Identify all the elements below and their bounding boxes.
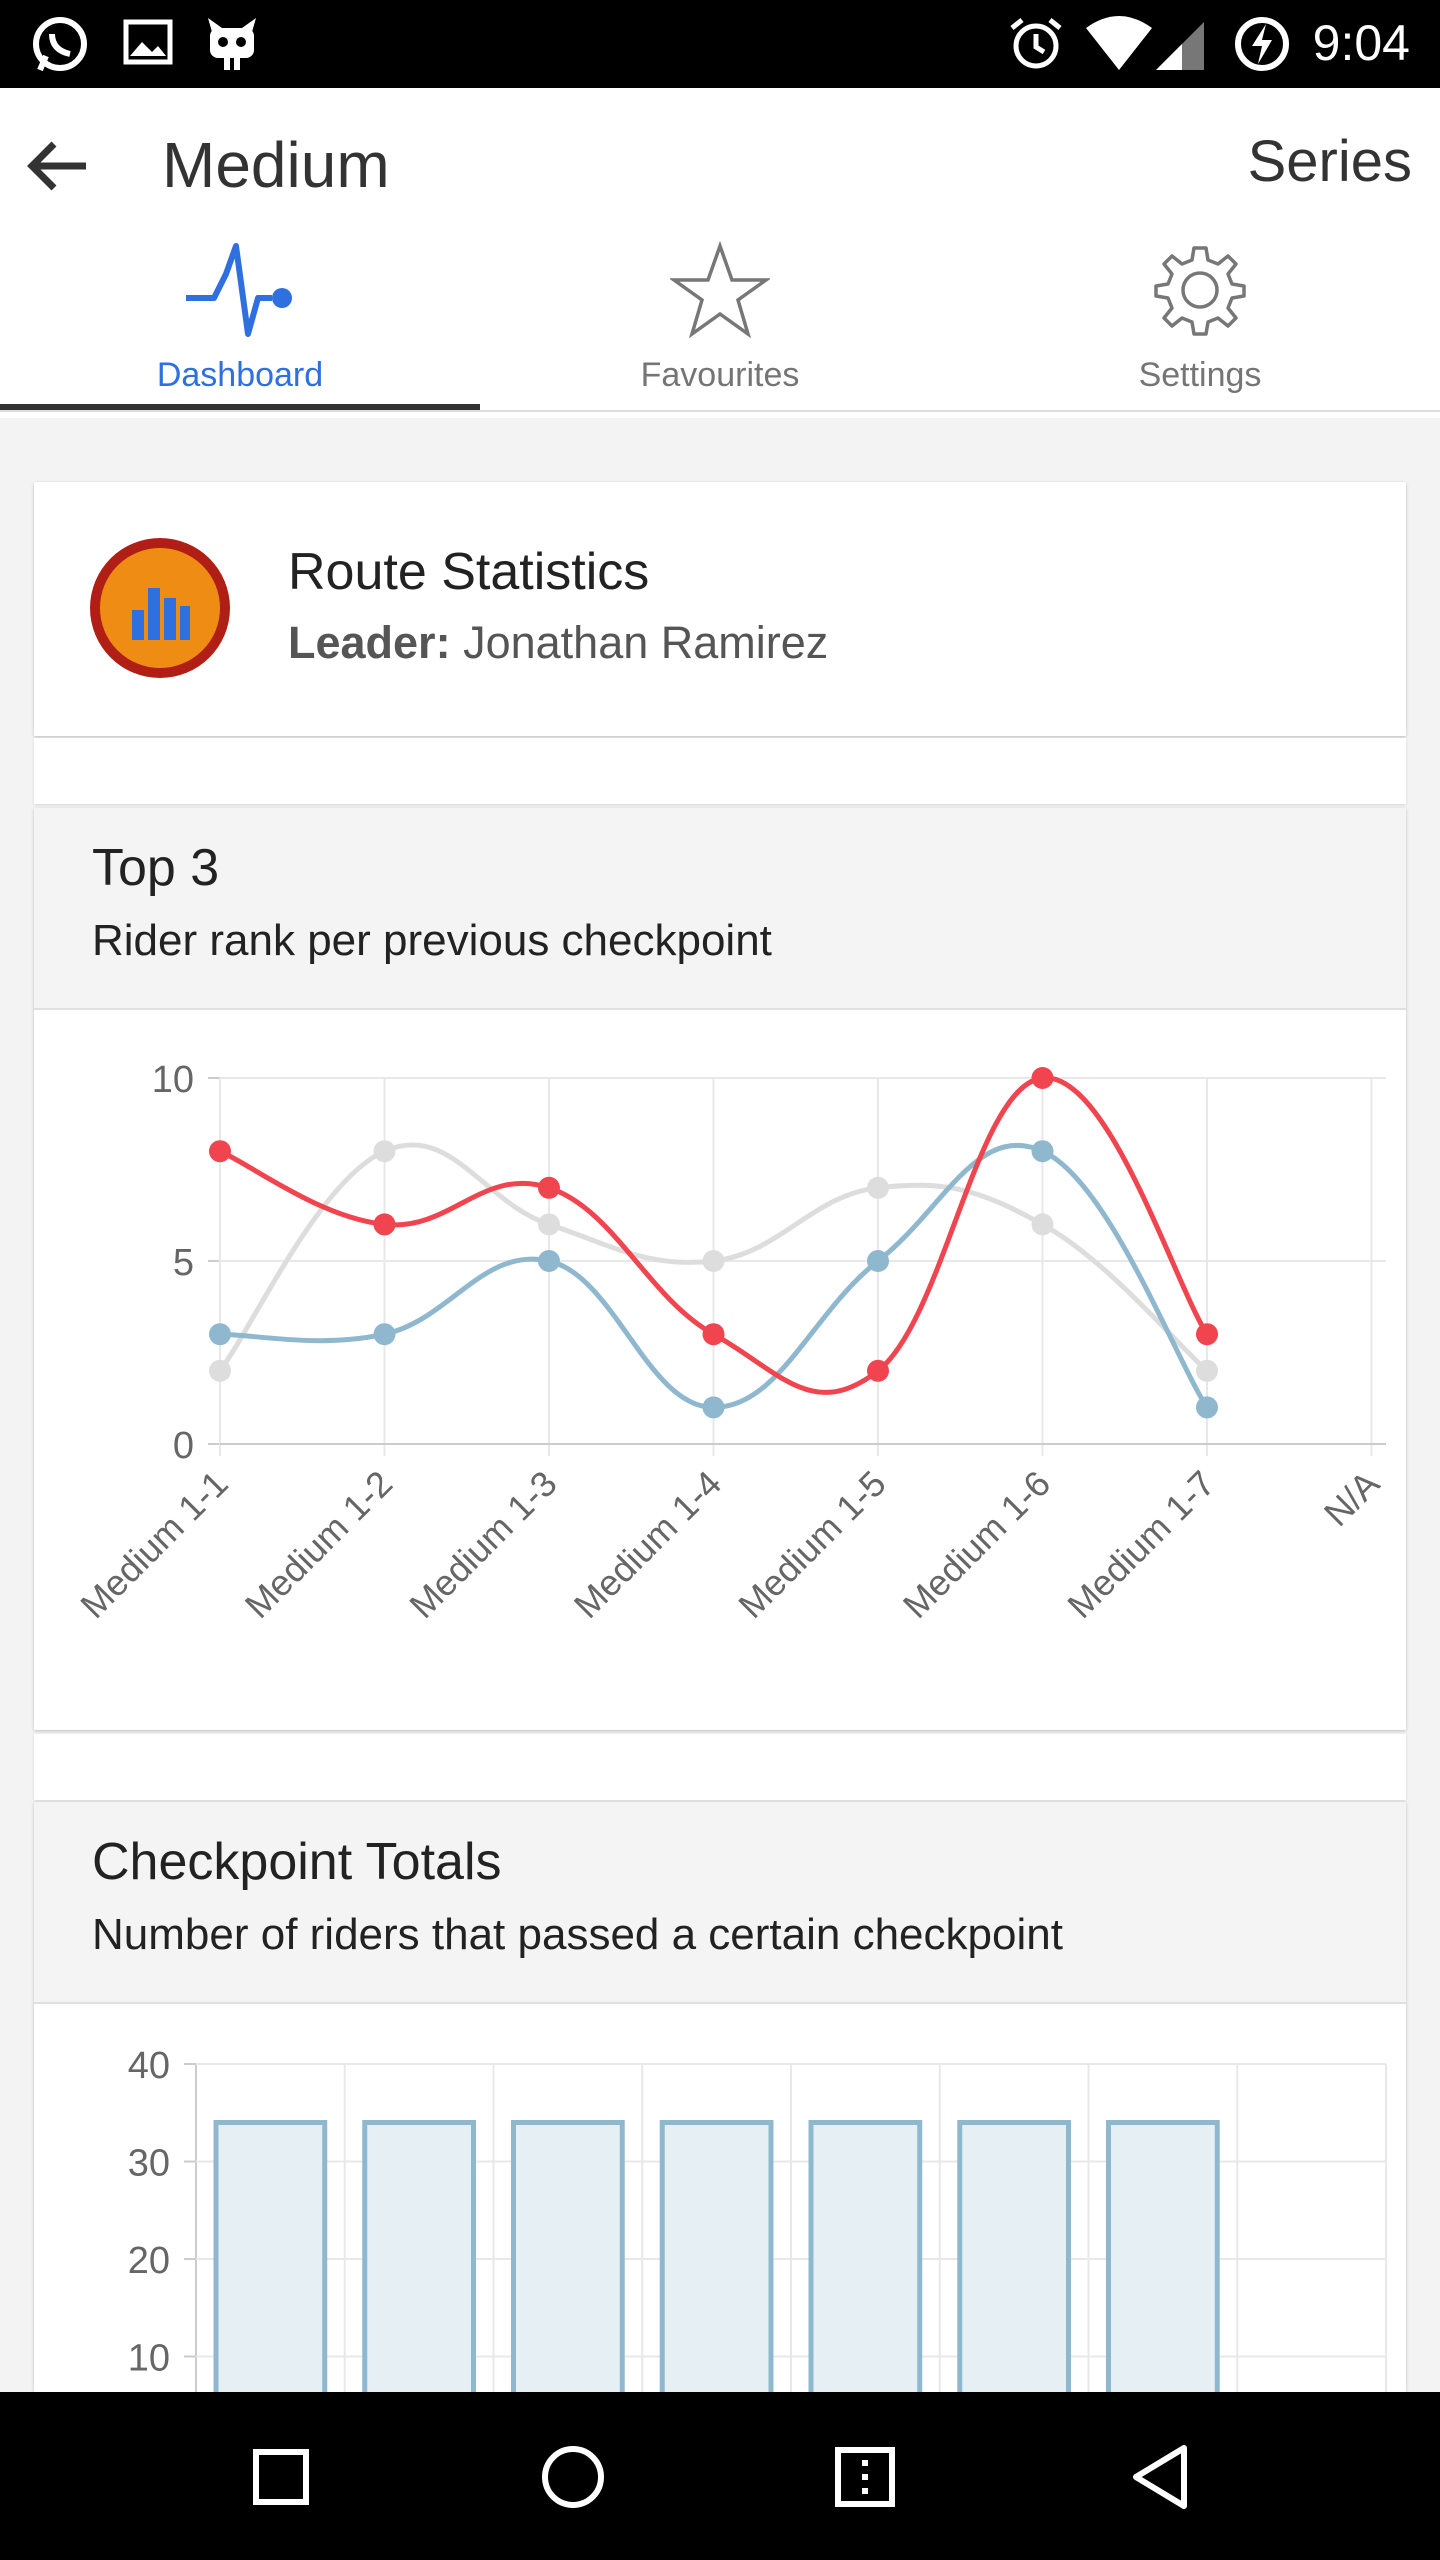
- image-icon: [123, 19, 173, 65]
- data-point: [867, 1250, 889, 1272]
- y-tick-label: 0: [173, 1425, 194, 1467]
- data-point: [373, 1140, 396, 1163]
- pulse-icon: [186, 243, 292, 337]
- data-point: [867, 1176, 889, 1199]
- home-icon[interactable]: [528, 2432, 618, 2522]
- bar: [957, 2120, 1071, 2392]
- bar: [808, 2120, 923, 2392]
- bar-chart-badge-icon: [90, 538, 230, 678]
- data-point: [1196, 1323, 1218, 1346]
- star-icon: [670, 240, 770, 339]
- section-subtitle: Number of riders that passed a certain c…: [92, 1910, 1063, 1959]
- x-tick-label: Medium 1-1: [72, 1463, 235, 1626]
- data-point: [209, 1140, 231, 1163]
- section-title: Top 3: [92, 839, 220, 897]
- data-point: [867, 1359, 889, 1382]
- y-tick-label: 40: [128, 2045, 170, 2087]
- route-leader: Leader: Jonathan Ramirez: [288, 617, 828, 669]
- data-point: [702, 1250, 725, 1272]
- section-subtitle: Rider rank per previous checkpoint: [92, 916, 772, 965]
- top3-chart-card: Top 3 Rider rank per previous checkpoint…: [34, 808, 1406, 1730]
- data-point: [702, 1323, 725, 1346]
- rank-line-chart: 0510Medium 1-1 Medium 1-2 Medium 1-3 Medium…: [72, 1059, 1387, 1626]
- status-time: 9:04: [1312, 15, 1410, 71]
- x-tick-label: Medium 1-7: [1059, 1463, 1222, 1626]
- tab-dashboard[interactable]: Dashboard: [0, 238, 480, 410]
- leader-label: Leader:: [288, 617, 451, 668]
- bar: [1106, 2120, 1220, 2392]
- route-title: Route Statistics: [288, 543, 650, 601]
- data-point: [538, 1250, 560, 1272]
- x-tick-label: Medium 1-5: [730, 1463, 893, 1626]
- section-header: Top 3 Rider rank per previous checkpoint: [34, 808, 1406, 1010]
- x-tick-label: N/A: [1316, 1463, 1387, 1534]
- data-point: [1031, 1067, 1054, 1089]
- data-point: [1196, 1396, 1218, 1419]
- y-tick-label: 10: [128, 2338, 170, 2380]
- status-bar: 9:04: [0, 0, 1440, 88]
- card-spacer: [34, 738, 1406, 804]
- x-tick-label: Medium 1-3: [401, 1463, 564, 1626]
- tab-label: Settings: [1138, 356, 1262, 394]
- x-tick-label: Medium 1-6: [895, 1463, 1058, 1626]
- data-point: [209, 1323, 231, 1346]
- leader-name: Jonathan Ramirez: [463, 617, 829, 668]
- y-tick-label: 30: [128, 2143, 170, 2185]
- app-bar: Medium Series Dashboard Favourites Setti…: [0, 88, 1440, 418]
- bar: [213, 2120, 328, 2392]
- tab-label: Dashboard: [156, 356, 324, 394]
- back-icon[interactable]: [1116, 2432, 1206, 2522]
- x-tick-label: Medium 1-2: [237, 1463, 400, 1626]
- tab-favourites[interactable]: Favourites: [480, 238, 960, 410]
- signal-icon: [1156, 22, 1204, 70]
- tab-divider: [0, 410, 1440, 412]
- tab-settings[interactable]: Settings: [960, 238, 1440, 410]
- section-header: Checkpoint Totals Number of riders that …: [34, 1802, 1406, 2004]
- data-point: [538, 1176, 560, 1199]
- wifi-icon: [1086, 16, 1152, 70]
- data-point: [702, 1396, 725, 1419]
- bar: [511, 2120, 625, 2392]
- card-spacer: [34, 1734, 1406, 1800]
- data-point: [538, 1213, 560, 1236]
- x-tick-label: Medium 1-4: [566, 1463, 729, 1626]
- data-point: [209, 1359, 231, 1382]
- y-tick-label: 20: [128, 2240, 170, 2282]
- section-title: Checkpoint Totals: [92, 1833, 502, 1891]
- page-title: Medium: [162, 129, 390, 201]
- tab-bar: Dashboard Favourites Settings: [0, 238, 1440, 418]
- data-point: [373, 1213, 396, 1236]
- menu-icon[interactable]: [820, 2432, 910, 2522]
- android-debug-icon: [208, 18, 256, 70]
- checkpoint-bar-chart: 10 20 30 40: [128, 2045, 1387, 2392]
- whatsapp-icon: [33, 17, 87, 72]
- tab-label: Favourites: [640, 356, 800, 394]
- bar: [362, 2120, 476, 2392]
- data-point: [373, 1323, 396, 1346]
- gear-icon: [1154, 246, 1246, 336]
- data-point: [1196, 1359, 1218, 1382]
- battery-charging-icon: [1235, 17, 1289, 71]
- navigation-bar: [0, 2392, 1440, 2560]
- back-arrow-icon[interactable]: [20, 126, 100, 206]
- y-tick-label: 5: [173, 1242, 194, 1284]
- bar: [659, 2120, 774, 2392]
- series-button[interactable]: Series: [1248, 128, 1412, 195]
- alarm-icon: [1010, 18, 1062, 69]
- data-point: [1031, 1140, 1054, 1163]
- route-statistics-card: Route Statistics Leader: Jonathan Ramire…: [34, 482, 1406, 736]
- data-point: [1031, 1213, 1054, 1236]
- checkpoint-totals-card: Checkpoint Totals Number of riders that …: [34, 1802, 1406, 2392]
- y-tick-label: 10: [152, 1059, 194, 1101]
- recents-icon[interactable]: [236, 2432, 326, 2522]
